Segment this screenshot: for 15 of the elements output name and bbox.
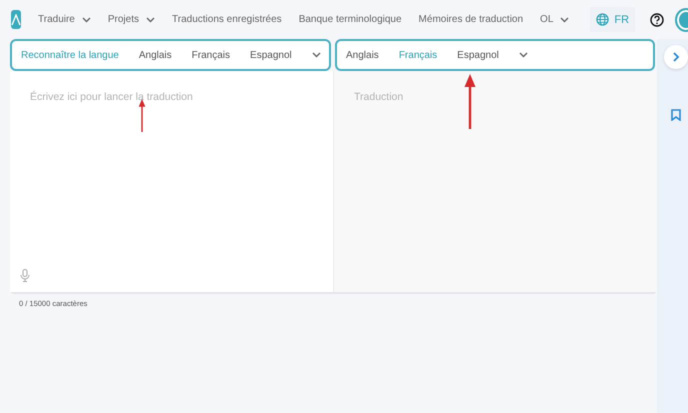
language-tab[interactable]: Reconnaître la langue — [21, 50, 119, 60]
nav-link[interactable]: Traductions enregistrées — [172, 14, 282, 25]
placeholder-text: Écrivez ici pour lancer la traduction — [30, 91, 193, 103]
language-tab[interactable]: Espagnol — [457, 50, 499, 60]
language-tab[interactable]: Espagnol — [250, 50, 292, 60]
placeholder-text: Traduction — [354, 91, 404, 103]
language-tab[interactable]: Français — [192, 50, 230, 60]
language-tab[interactable]: Anglais — [138, 50, 172, 60]
language-tab[interactable]: Anglais — [346, 50, 379, 60]
nav-link[interactable]: Banque terminologique — [298, 14, 402, 25]
nav-link[interactable]: OL — [540, 14, 554, 25]
language-tab[interactable]: Français — [398, 50, 438, 60]
nav-link[interactable]: Mémoires de traduction — [418, 14, 524, 25]
nav-link[interactable]: Projets — [108, 14, 139, 25]
nav-link[interactable]: Traduire — [38, 14, 75, 25]
